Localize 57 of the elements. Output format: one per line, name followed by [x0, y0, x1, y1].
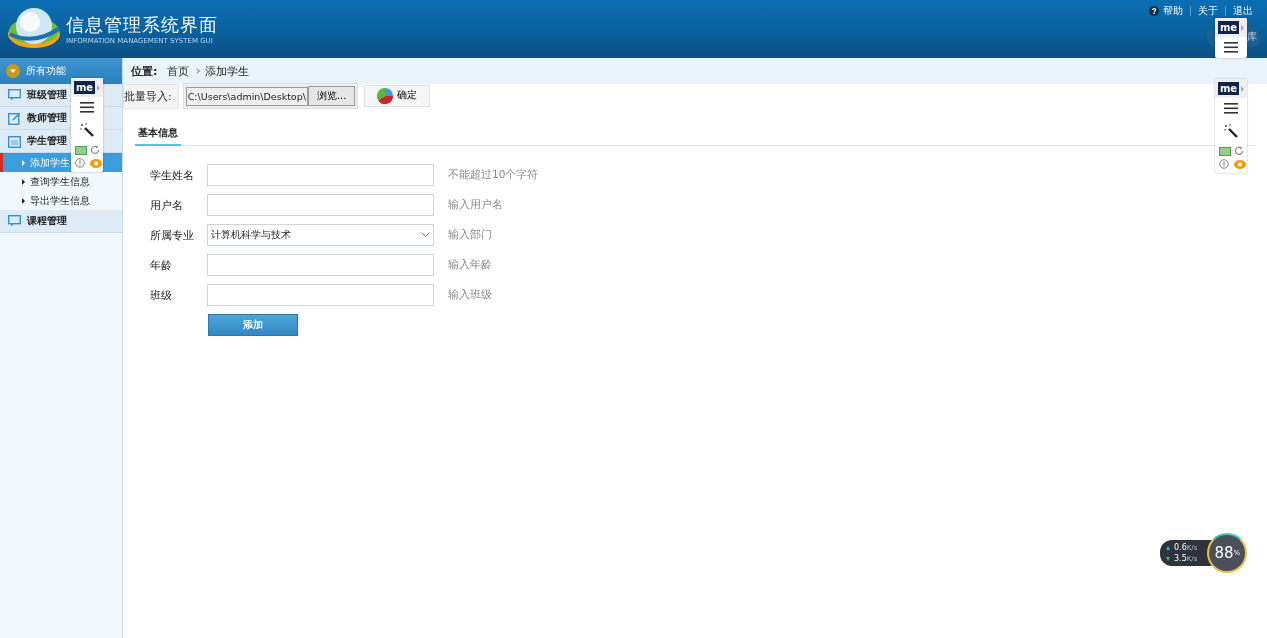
chat-icon — [8, 215, 21, 227]
confirm-button[interactable]: 确定 — [364, 85, 431, 107]
download-arrow-icon — [1166, 556, 1170, 561]
import-label: 批量导入: — [123, 83, 179, 109]
sidebar-item[interactable]: 导出学生信息 — [0, 191, 122, 210]
breadcrumb-item[interactable]: 首页 — [167, 63, 190, 79]
field-label: 年龄 — [150, 257, 173, 273]
chevron-down-icon — [421, 232, 430, 238]
field-hint: 输入用户名 — [448, 198, 503, 212]
field-label: 所属专业 — [150, 227, 195, 243]
refresh-icon[interactable] — [1233, 146, 1244, 156]
pie-chart-icon — [377, 88, 394, 104]
eye-icon[interactable] — [89, 158, 102, 168]
sidebar-header[interactable]: 所有功能 — [0, 58, 122, 84]
tab[interactable]: 基本信息 — [135, 124, 181, 146]
app-title: 信息管理系统界面 — [66, 13, 218, 37]
cast-icon[interactable] — [74, 145, 87, 155]
help-icon — [1149, 6, 1159, 16]
input-field[interactable] — [207, 164, 434, 186]
magic-wand-icon[interactable] — [80, 123, 94, 137]
extension-logo[interactable]: me — [73, 81, 96, 94]
field-hint: 输入年龄 — [448, 258, 492, 272]
upload-arrow-icon — [1166, 545, 1170, 550]
input-field[interactable] — [207, 284, 434, 306]
sidebar-item[interactable]: 查询学生信息 — [0, 172, 122, 191]
menu-icon[interactable] — [1224, 103, 1238, 114]
extension-logo[interactable]: me — [1217, 21, 1240, 34]
dropdown-icon — [6, 64, 20, 78]
cast-icon[interactable] — [1218, 146, 1231, 156]
field-label: 学生姓名 — [150, 167, 195, 183]
field-hint: 输入班级 — [448, 288, 492, 302]
menu-icon[interactable] — [80, 102, 94, 113]
header-link[interactable]: 帮助 — [1163, 4, 1183, 18]
field-label: 班级 — [150, 287, 173, 303]
input-field[interactable] — [207, 254, 434, 276]
browse-button[interactable]: 浏览... — [307, 86, 356, 106]
edit-icon — [8, 111, 21, 125]
location-label: 位置: — [131, 63, 158, 79]
info-icon[interactable] — [1218, 159, 1229, 169]
select-field[interactable]: 计算机科学与技术 — [207, 224, 434, 246]
eye-icon[interactable] — [1233, 159, 1246, 169]
header-link[interactable]: 关于 — [1198, 4, 1218, 18]
breadcrumb-item: 添加学生 — [205, 63, 250, 79]
header-link[interactable]: 退出 — [1233, 4, 1253, 18]
refresh-icon[interactable] — [89, 145, 100, 155]
calendar-icon — [8, 134, 21, 148]
file-field[interactable]: C:\Users\admin\Desktop\ 浏览... — [182, 83, 359, 109]
menu-icon[interactable] — [1224, 42, 1238, 53]
info-icon[interactable] — [74, 158, 85, 168]
field-hint: 不能超过10个字符 — [448, 168, 539, 182]
magic-wand-icon[interactable] — [1224, 124, 1238, 138]
extension-logo[interactable]: me — [1217, 82, 1240, 95]
chat-icon — [8, 89, 21, 101]
field-label: 用户名 — [150, 197, 184, 213]
sidebar-group[interactable]: 课程管理 — [0, 210, 122, 233]
field-hint: 输入部门 — [448, 228, 492, 242]
input-field[interactable] — [207, 194, 434, 216]
